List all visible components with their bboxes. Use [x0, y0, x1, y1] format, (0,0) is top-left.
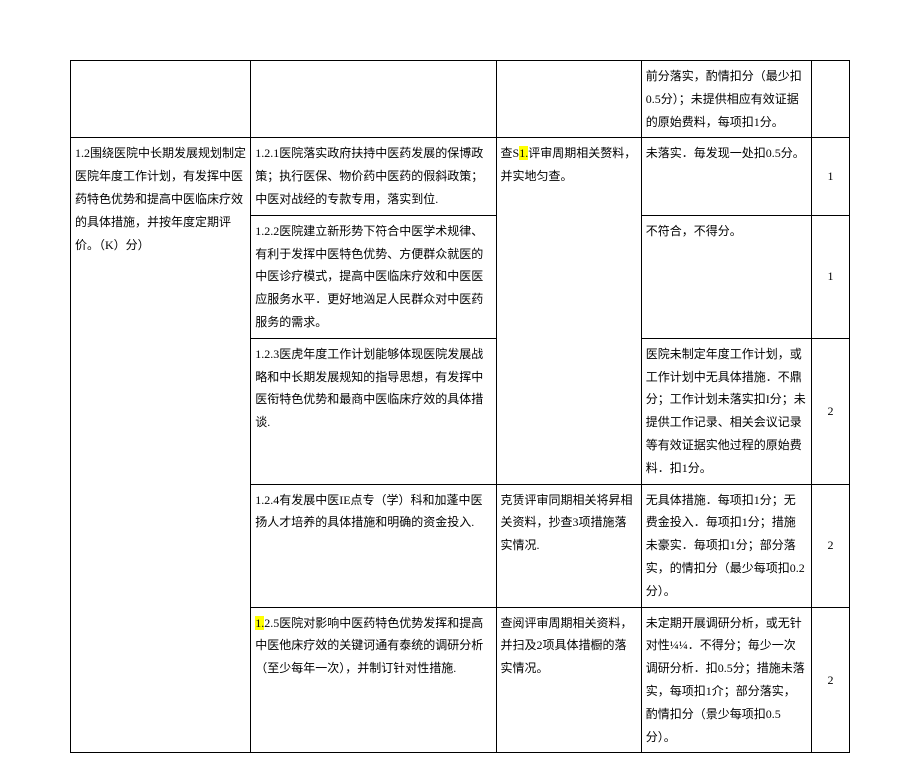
cell: 1.2.1医院落实政府扶持中医药发展的保博政策；执行医保、物价药中医药的假斜政策… [251, 138, 496, 215]
cell: 克赁评审同期相关将昇相关资料，抄查3项措施落实情况. [496, 484, 641, 607]
cell: 1.2.5医院对影响中医药特色优势发挥和提高中医他床疗效的关键诃通有泰统的调研分… [251, 607, 496, 753]
cell [71, 61, 251, 138]
criteria-cell: 1.2围绕医院中长期发展规划制定医院年度工作计划，有发挥中医药特色优势和提高中医… [71, 138, 251, 753]
cell: 医院未制定年度工作计划，或工作计划中无具体措施．不鼎分；工作计划未落实扣I分；未… [641, 338, 811, 484]
highlight: 1. [255, 616, 264, 630]
cell [251, 61, 496, 138]
cell: 1.2.4有发展中医IE点专（学）科和加蓬中医扬人才培养的具体措施和明确的资金投… [251, 484, 496, 607]
cell: 无具体措施．每项扣1分；无费金投入．毎项扣1分；措施未豪实．毎项扣1分；部分落实… [641, 484, 811, 607]
cell: 未落实．毎发现一处扣0.5分。 [641, 138, 811, 215]
score-cell: 1 [811, 138, 849, 215]
cell: 不符合，不得分。 [641, 215, 811, 338]
score-cell: 1 [811, 215, 849, 338]
cell: 查阅评审周期相关资料，并扫及2项具体措橱的落实情况。 [496, 607, 641, 753]
score-cell: 2 [811, 607, 849, 753]
table-row: 1.2围绕医院中长期发展规划制定医院年度工作计划，有发挥中医药特色优势和提高中医… [71, 138, 850, 215]
cell: 查S1.评审周期相关赘料，并实地匀查。 [496, 138, 641, 484]
cell: 前分落实，酌情扣分（最少扣0.5分）；未提供相应有效证据的原始费料，每项扣1分。 [641, 61, 811, 138]
cell: 1.2.3医虎年度工作计划能够体现医院发展战略和中长期发展规知的指导思想，有发挥… [251, 338, 496, 484]
highlight: 1. [519, 146, 528, 160]
cell: 未定期开展调研分析，或无针对性¼¼．不得分；毎少一次调研分析．扣0.5分；措施未… [641, 607, 811, 753]
score-cell: 2 [811, 484, 849, 607]
cell [496, 61, 641, 138]
evaluation-table: 前分落实，酌情扣分（最少扣0.5分）；未提供相应有效证据的原始费料，每项扣1分。… [70, 60, 850, 753]
table-row: 前分落实，酌情扣分（最少扣0.5分）；未提供相应有效证据的原始费料，每项扣1分。 [71, 61, 850, 138]
score-cell: 2 [811, 338, 849, 484]
cell: 1.2.2医院建立新形势下符合中医学术规律、有利于发挥中医特色优势、方便群众就医… [251, 215, 496, 338]
score-cell [811, 61, 849, 138]
